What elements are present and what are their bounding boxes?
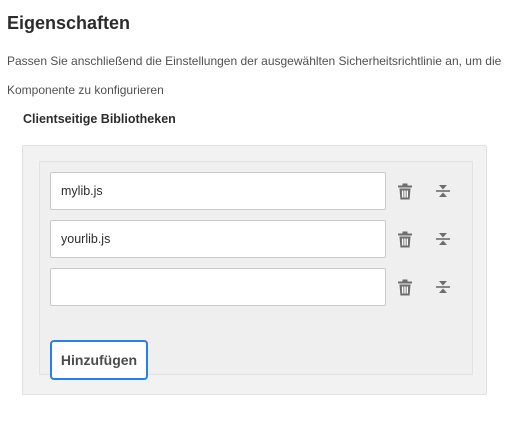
page-description: Passen Sie anschließend die Einstellunge… [7,54,502,97]
trash-icon[interactable] [395,229,415,249]
library-input[interactable] [50,268,386,306]
trash-icon[interactable] [395,277,415,297]
reorder-icon[interactable] [433,181,453,201]
client-libraries-label: Clientseitige Bibliotheken [23,112,176,126]
reorder-icon[interactable] [433,229,453,249]
multifield-container: Hinzufügen [22,145,487,395]
library-input[interactable] [50,220,386,258]
page-title: Eigenschaften [7,13,131,33]
add-button[interactable]: Hinzufügen [50,340,148,380]
multifield-row [50,220,460,258]
trash-icon[interactable] [395,181,415,201]
multifield-list: Hinzufügen [39,161,473,380]
reorder-icon[interactable] [433,277,453,297]
multifield-row [50,172,460,210]
multifield-row [50,268,460,306]
library-input[interactable] [50,172,386,210]
